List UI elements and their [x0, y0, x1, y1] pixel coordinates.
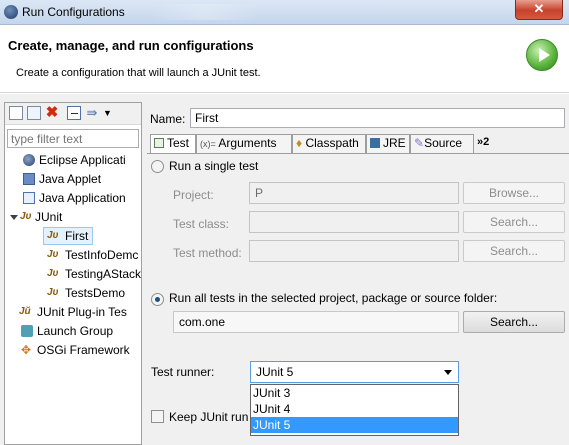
test-class-label: Test class: — [173, 217, 230, 231]
tree-item-label: Eclipse Applicati — [39, 153, 126, 167]
tree-item-testinfodemo[interactable]: Jυ TestInfoDemc — [5, 246, 141, 265]
tab-classpath[interactable]: ♦ Classpath — [292, 134, 366, 153]
tree-item-junit-plugin-test[interactable]: Jŭ JUnit Plug-in Tes — [5, 303, 141, 322]
junit-icon: Jυ — [47, 230, 59, 241]
tab-source[interactable]: ✎Source — [410, 134, 474, 153]
tree-item-label: TestingAStack — [65, 267, 141, 281]
eclipse-app-icon — [4, 5, 18, 19]
tab-label: Arguments — [218, 136, 277, 150]
run-single-test-radio[interactable] — [151, 160, 164, 173]
close-button[interactable]: ✕ — [515, 0, 563, 20]
title-bar: Run Configurations ✕ — [0, 0, 569, 25]
arguments-icon: (x)= — [200, 139, 216, 149]
junit-icon: Jυ — [47, 249, 59, 260]
tree-item-java-applet[interactable]: Java Applet — [5, 170, 141, 189]
tab-label: Source — [424, 136, 463, 150]
ghost-tab — [150, 4, 260, 20]
tree-item-junit[interactable]: Jυ JUnit — [5, 208, 141, 227]
tree-item-testsdemo[interactable]: Jυ TestsDemo — [5, 284, 141, 303]
tab-test[interactable]: Test — [150, 134, 196, 154]
duplicate-icon[interactable] — [27, 106, 41, 120]
tree-item-label: TestInfoDemc — [65, 248, 139, 262]
project-field[interactable]: P — [249, 182, 459, 204]
classpath-icon: ♦ — [296, 136, 303, 150]
tree-item-first[interactable]: Jυ First — [5, 227, 141, 246]
tab-label: JRE — [383, 136, 406, 150]
project-label: Project: — [173, 188, 214, 202]
java-application-icon — [23, 192, 35, 204]
tree-item-label: OSGi Framework — [37, 343, 130, 357]
tree-item-testingastack[interactable]: Jυ TestingAStack — [5, 265, 141, 284]
tab-label: Test — [167, 136, 190, 150]
tree-item-launch-group[interactable]: Launch Group — [5, 322, 141, 341]
junit-icon: Jυ — [47, 268, 59, 279]
dropdown-option-junit3[interactable]: JUnit 3 — [251, 385, 458, 401]
container-field[interactable]: com.one — [173, 311, 459, 333]
tree-item-label: JUnit Plug-in Tes — [37, 305, 127, 319]
test-runner-selected-value: JUnit 5 — [256, 365, 294, 379]
tab-jre[interactable]: JRE — [366, 134, 410, 153]
search-method-button[interactable]: Search... — [463, 240, 565, 262]
tab-overflow[interactable]: »2 — [474, 134, 496, 153]
tree-item-label: JUnit — [35, 210, 63, 224]
test-class-field[interactable] — [249, 211, 459, 233]
name-field[interactable]: First — [190, 108, 565, 128]
chevron-down-icon — [444, 370, 452, 375]
tree-item-java-application[interactable]: Java Application — [5, 189, 141, 208]
run-all-tests-radio[interactable] — [151, 293, 164, 306]
filter-input[interactable] — [7, 129, 139, 148]
source-icon: ✎ — [414, 136, 425, 150]
launch-group-icon — [21, 325, 33, 337]
run-icon — [526, 39, 558, 71]
dropdown-option-junit4[interactable]: JUnit 4 — [251, 401, 458, 417]
dialog-header: Create, manage, and run configurations C… — [0, 25, 569, 93]
header-title: Create, manage, and run configurations — [8, 38, 254, 53]
expand-chevron-down-icon[interactable] — [10, 215, 18, 220]
tree-item-label: TestsDemo — [65, 286, 126, 300]
tree-item-label: Launch Group — [37, 324, 114, 338]
left-toolbar: ✖ ⇛ ▼ — [5, 103, 141, 125]
tree-item-osgi-framework[interactable]: ✥ OSGi Framework — [5, 341, 141, 360]
test-runner-dropdown: JUnit 3 JUnit 4 JUnit 5 — [250, 384, 459, 436]
eclipse-icon — [23, 154, 35, 166]
collapse-all-icon[interactable] — [67, 106, 81, 120]
junit-icon: Jυ — [47, 287, 59, 298]
filter-icon[interactable]: ⇛ — [85, 106, 99, 120]
jre-icon — [370, 138, 380, 148]
header-subtitle: Create a configuration that will launch … — [16, 67, 261, 79]
run-single-test-label: Run a single test — [169, 159, 259, 173]
osgi-icon: ✥ — [21, 343, 32, 357]
keep-junit-label: Keep JUnit run — [169, 410, 249, 424]
delete-icon[interactable]: ✖ — [45, 105, 59, 120]
browse-button[interactable]: Browse... — [463, 182, 565, 204]
tree-item-label: Java Applet — [39, 172, 102, 186]
window-title: Run Configurations — [22, 5, 125, 19]
junit-plugin-icon: Jŭ — [19, 306, 31, 317]
view-menu-chevron-down-icon[interactable]: ▼ — [103, 106, 117, 120]
configuration-tree: Eclipse Applicati Java Applet Java Appli… — [5, 151, 141, 360]
tab-label: Classpath — [305, 136, 359, 150]
test-method-field[interactable] — [249, 240, 459, 262]
tab-strip: Test (x)= Arguments ♦ Classpath JRE ✎Sou… — [150, 134, 569, 154]
search-container-button[interactable]: Search... — [463, 311, 565, 333]
tree-item-eclipse-application[interactable]: Eclipse Applicati — [5, 151, 141, 170]
search-class-button[interactable]: Search... — [463, 211, 565, 233]
new-configuration-icon[interactable] — [9, 106, 23, 120]
junit-icon: Jυ — [20, 211, 32, 222]
name-label: Name: — [150, 112, 186, 126]
run-all-tests-label: Run all tests in the selected project, p… — [169, 291, 498, 305]
tree-item-label: First — [65, 229, 89, 243]
java-applet-icon — [23, 173, 35, 185]
configuration-list-pane: ✖ ⇛ ▼ Eclipse Applicati Java Applet Java… — [4, 102, 142, 445]
test-runner-label: Test runner: — [151, 365, 215, 379]
tab-arguments[interactable]: (x)= Arguments — [196, 134, 292, 153]
dropdown-option-junit5[interactable]: JUnit 5 — [251, 417, 458, 433]
test-runner-select[interactable]: JUnit 5 — [250, 361, 459, 383]
tree-item-label: Java Application — [39, 191, 126, 205]
test-tab-icon — [154, 138, 164, 148]
keep-junit-checkbox[interactable] — [151, 410, 164, 423]
test-method-label: Test method: — [173, 246, 242, 260]
